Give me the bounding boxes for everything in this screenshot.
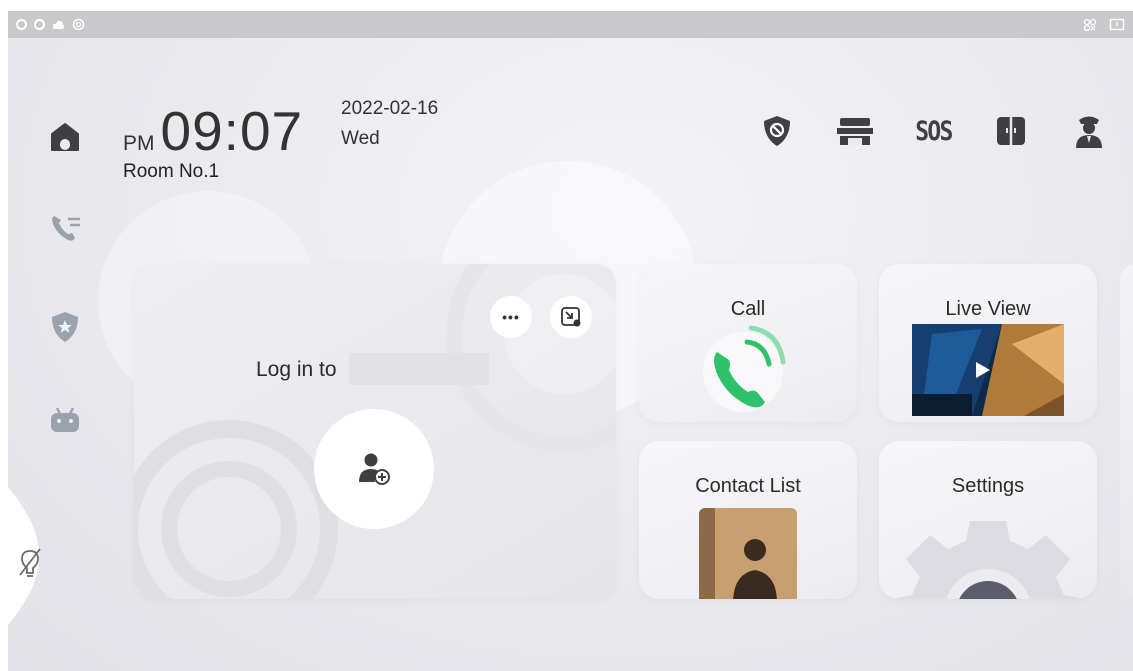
contact-list-tile-label: Contact List — [695, 475, 801, 497]
phone-icon — [703, 325, 786, 412]
date-display: 2022-02-16 Wed — [341, 94, 438, 154]
login-label: Log in to — [256, 358, 337, 381]
minimize-icon — [561, 307, 581, 327]
add-user-icon — [359, 453, 390, 485]
minimize-button[interactable] — [550, 296, 592, 338]
bg-rings — [134, 420, 338, 599]
quick-actions: SOS — [750, 103, 1133, 159]
live-view-tile[interactable]: Live View — [879, 264, 1097, 422]
call-tile[interactable]: Call — [639, 264, 857, 422]
contact-book-icon — [699, 508, 797, 599]
more-icon: ••• — [502, 309, 520, 325]
live-view-thumbnail — [912, 324, 1064, 416]
network-icon — [1083, 18, 1097, 31]
sync-icon — [72, 18, 85, 31]
elevator-icon[interactable] — [828, 103, 882, 159]
date-label: 2022-02-16 — [341, 98, 439, 119]
settings-tile-label: Settings — [951, 475, 1025, 497]
arming-icon[interactable] — [750, 103, 804, 159]
live-view-tile-label: Live View — [945, 298, 1031, 320]
call-tile-label: Call — [730, 298, 766, 320]
sos-label: SOS — [914, 115, 953, 147]
settings-tile[interactable]: Settings — [879, 441, 1097, 599]
cloud-icon — [52, 20, 65, 29]
ampm-label: PM — [123, 132, 155, 155]
add-account-button[interactable] — [314, 409, 434, 529]
message-icon — [1109, 18, 1125, 30]
call-log-icon[interactable] — [44, 206, 86, 248]
circle-icon — [16, 19, 27, 30]
gear-icon — [892, 521, 1084, 599]
guard-icon[interactable] — [1062, 103, 1116, 159]
light-pull-tab[interactable] — [8, 471, 68, 641]
sos-icon[interactable]: SOS — [906, 103, 960, 159]
room-label: Room No.1 — [123, 161, 220, 182]
clock-display: PM 09:07 — [123, 99, 303, 163]
more-button[interactable]: ••• — [490, 296, 532, 338]
intercom-screen: PM 09:07 2022-02-16 Wed Room No.1 SOS Lo… — [8, 11, 1133, 671]
security-icon[interactable] — [44, 306, 86, 348]
door-icon[interactable] — [984, 103, 1038, 159]
status-bar — [8, 11, 1133, 38]
next-page-hint — [1120, 264, 1133, 599]
account-login-card[interactable]: Log in to ••• — [134, 264, 616, 599]
circle-icon — [34, 19, 45, 30]
android-icon[interactable] — [44, 398, 86, 440]
weekday-label: Wed — [341, 128, 380, 149]
time-label: 09:07 — [160, 100, 304, 162]
home-icon[interactable] — [44, 116, 86, 158]
account-name-placeholder — [349, 353, 489, 385]
contact-list-tile[interactable]: Contact List — [639, 441, 857, 599]
